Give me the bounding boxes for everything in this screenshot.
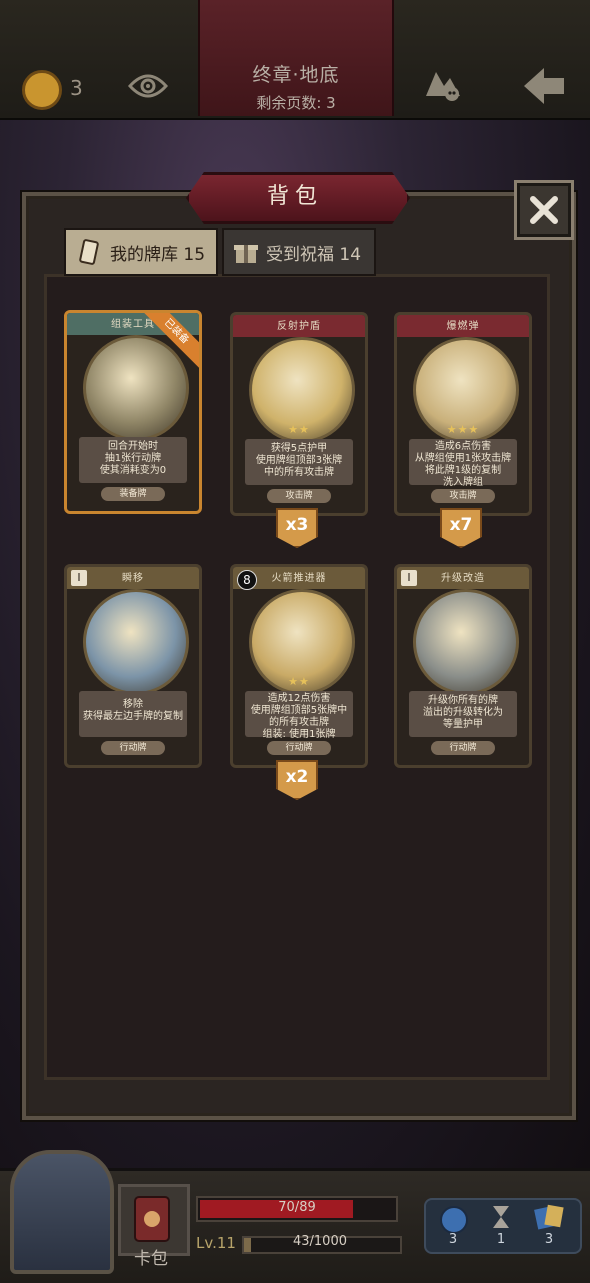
cards-icon xyxy=(534,1204,564,1234)
hourglass-icon xyxy=(490,1204,512,1234)
card-4[interactable]: 火箭推进器 ★★ 造成12点伤害 使用牌组顶部5张牌中 的所有攻击牌 组装: 使用1张牌行… xyxy=(230,564,368,768)
card-desc-line: 回合开始时 xyxy=(108,441,158,452)
card-art xyxy=(413,589,519,695)
gear-door-icon[interactable] xyxy=(10,1150,114,1274)
card-type: 行动牌 xyxy=(101,741,165,755)
chapter-plaque: 终章·地底 剩余页数: 3 xyxy=(198,0,394,116)
bomb-icon xyxy=(440,1206,468,1234)
card-type: 攻击牌 xyxy=(431,489,495,503)
card-type: 行动牌 xyxy=(267,741,331,755)
card-0[interactable]: 组装工具 回合开始时 抽1张行动牌 使其消耗变为0 装备牌 已装备 xyxy=(64,310,202,514)
hp-bar: 70/89 xyxy=(196,1196,398,1222)
card-desc-line: 使用牌组顶部3张牌 xyxy=(255,455,343,466)
card-stars: ★★★ xyxy=(446,423,480,436)
skull-scroll-icon[interactable] xyxy=(420,66,464,108)
tab-my-deck[interactable]: 我的牌库 15 xyxy=(64,228,218,276)
resource-hourglass-count: 1 xyxy=(496,1232,506,1247)
card-desc-line: 升级你所有的牌 xyxy=(428,695,498,706)
card-desc-line: 洗入牌组 xyxy=(443,477,483,488)
card-desc-line: 造成12点伤害 xyxy=(267,693,331,704)
card-description: 造成6点伤害 从牌组使用1张攻击牌 将此牌1级的复制 洗入牌组 xyxy=(409,439,517,488)
card-cost-badge: I xyxy=(71,570,87,586)
tab-blessings-label: 受到祝福 14 xyxy=(266,244,362,265)
card-desc-line: 造成6点伤害 xyxy=(434,441,492,452)
card-type: 攻击牌 xyxy=(267,489,331,503)
card-desc-line: 获得5点护甲 xyxy=(270,443,328,454)
card-desc-line: 移除 xyxy=(123,699,143,710)
card-type: 行动牌 xyxy=(431,741,495,755)
card-desc-line: 将此牌1级的复制 xyxy=(424,465,502,476)
gift-icon xyxy=(234,245,258,263)
card-desc-line: 溢出的升级转化为 xyxy=(423,707,503,718)
close-button[interactable] xyxy=(514,180,574,240)
crown-coin-icon xyxy=(22,70,62,110)
card-stars: ★★ xyxy=(288,423,310,436)
card-description: 回合开始时 抽1张行动牌 使其消耗变为0 xyxy=(79,437,187,483)
tab-my-deck-label: 我的牌库 15 xyxy=(110,244,206,265)
backpack-title: 背包 xyxy=(266,184,323,209)
card-art xyxy=(83,335,189,441)
card-desc-line: 获得最左边手牌的复制 xyxy=(83,711,183,722)
card-2[interactable]: 爆燃弹 ★★★ 造成6点伤害 从牌组使用1张攻击牌 将此牌1级的复制 洗入牌组 攻击牌 xyxy=(394,312,532,516)
card-art xyxy=(83,589,189,695)
card-description: 获得5点护甲 使用牌组顶部3张牌 中的所有攻击牌 xyxy=(245,439,353,485)
card-pack-label: 卡包 xyxy=(134,1249,168,1269)
card-desc-line: 使其消耗变为0 xyxy=(99,465,167,476)
card-pack-icon xyxy=(134,1196,170,1242)
xp-text: 43/1000 xyxy=(292,1234,347,1249)
card-1[interactable]: 反射护盾 ★★ 获得5点护甲 使用牌组顶部3张牌 中的所有攻击牌 攻击牌 xyxy=(230,312,368,516)
eye-icon[interactable] xyxy=(127,70,169,106)
close-icon xyxy=(530,196,558,224)
coin-count: 3 xyxy=(70,76,83,100)
card-cost-badge: 8 xyxy=(237,570,257,590)
card-description: 移除 获得最左边手牌的复制 xyxy=(79,691,187,737)
resource-cards-count: 3 xyxy=(544,1232,554,1247)
card-desc-line: 等量护甲 xyxy=(443,719,483,730)
card-desc-line: 的所有攻击牌 xyxy=(269,717,329,728)
card-stars: ★★ xyxy=(288,675,310,688)
card-desc-line: 使用牌组顶部5张牌中 xyxy=(250,705,348,716)
card-description: 造成12点伤害 使用牌组顶部5张牌中 的所有攻击牌 组装: 使用1张牌 xyxy=(245,691,353,740)
card-description: 升级你所有的牌 溢出的升级转化为 等量护甲 xyxy=(409,691,517,737)
card-desc-line: 中的所有攻击牌 xyxy=(264,467,334,478)
pages-remaining: 剩余页数: 3 xyxy=(256,94,336,112)
chapter-title: 终章·地底 xyxy=(252,64,340,86)
card-desc-line: 从牌组使用1张攻击牌 xyxy=(414,453,512,464)
card-3[interactable]: 瞬移 移除 获得最左边手牌的复制 行动牌 I xyxy=(64,564,202,768)
card-5[interactable]: 升级改造 升级你所有的牌 溢出的升级转化为 等量护甲 行动牌 I xyxy=(394,564,532,768)
level-label: Lv.11 xyxy=(196,1234,236,1252)
card-name: 反射护盾 xyxy=(277,321,321,332)
resource-bomb-count: 3 xyxy=(448,1232,458,1247)
back-arrow-icon[interactable] xyxy=(522,66,566,110)
card-cost-badge: I xyxy=(401,570,417,586)
card-desc-line: 组装: 使用1张牌 xyxy=(262,729,336,740)
card-desc-line: 抽1张行动牌 xyxy=(104,453,162,464)
card-name: 爆燃弹 xyxy=(446,321,480,332)
card-deck-icon xyxy=(79,239,99,265)
tab-blessings[interactable]: 受到祝福 14 xyxy=(222,228,376,276)
card-type: 装备牌 xyxy=(101,487,165,501)
hp-text: 70/89 xyxy=(278,1200,316,1215)
